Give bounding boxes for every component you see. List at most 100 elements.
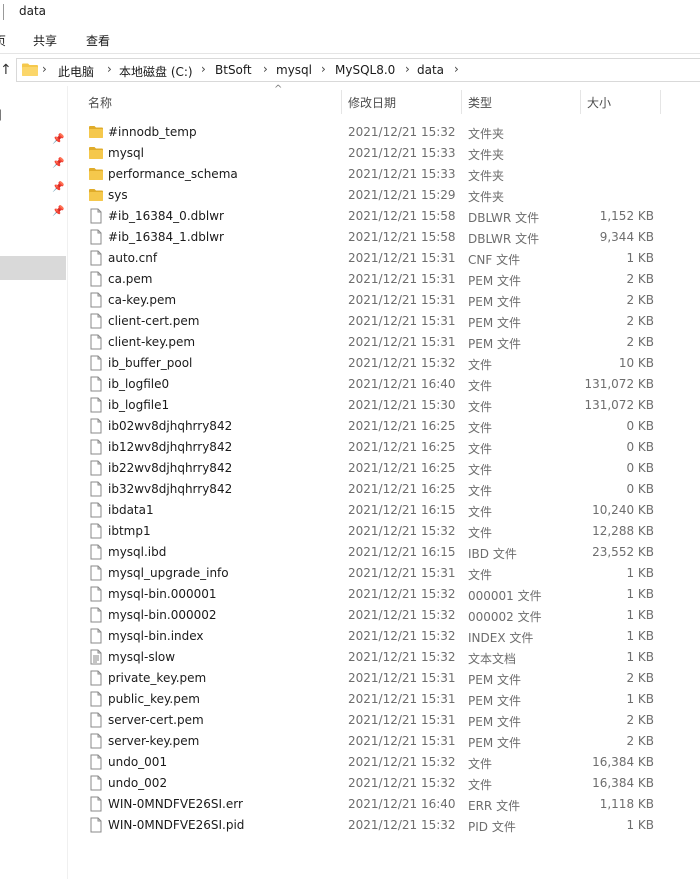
breadcrumb-mysql[interactable]: mysql xyxy=(276,63,312,77)
tab-share[interactable]: 共享 xyxy=(33,32,57,49)
breadcrumb-this-pc[interactable]: 此电脑 xyxy=(58,63,94,80)
column-divider[interactable] xyxy=(580,90,581,114)
file-row[interactable]: ib_buffer_pool 2021/12/21 15:32 文件 10 KB xyxy=(68,353,700,374)
file-size: 2 KB xyxy=(626,272,654,286)
file-name: ib32wv8djhqhrry842 xyxy=(108,482,233,496)
file-modified-date: 2021/12/21 15:32 xyxy=(348,587,456,601)
file-row[interactable]: ib22wv8djhqhrry842 2021/12/21 16:25 文件 0 KB xyxy=(68,458,700,479)
column-header-size[interactable]: 大小 xyxy=(587,94,611,111)
breadcrumb-btsoft[interactable]: BtSoft xyxy=(215,63,252,77)
text-document-icon xyxy=(88,649,104,665)
file-name: mysql_upgrade_info xyxy=(108,566,229,580)
file-row[interactable]: server-cert.pem 2021/12/21 15:31 PEM 文件 2 K… xyxy=(68,710,700,731)
file-size: 2 KB xyxy=(626,293,654,307)
file-row[interactable]: #innodb_temp 2021/12/21 15:32 文件夹 xyxy=(68,122,700,143)
pin-icon[interactable]: 📌 xyxy=(52,182,64,193)
column-header-type[interactable]: 类型 xyxy=(468,94,492,111)
address-bar[interactable]: › 此电脑 › 本地磁盘 (C:) › BtSoft › mysql › MyS… xyxy=(16,58,700,82)
file-row[interactable]: ib02wv8djhqhrry842 2021/12/21 16:25 文件 0 KB xyxy=(68,416,700,437)
file-size: 0 KB xyxy=(626,419,654,433)
breadcrumb-local-disk[interactable]: 本地磁盘 (C:) xyxy=(119,63,193,80)
file-size: 9,344 KB xyxy=(599,230,654,244)
file-icon xyxy=(88,523,104,539)
file-size: 2 KB xyxy=(626,734,654,748)
file-type: 文件夹 xyxy=(468,127,505,141)
file-type: 文件 xyxy=(468,757,493,771)
folder-icon xyxy=(88,145,104,161)
file-row[interactable]: mysql-bin.000002 2021/12/21 15:32 000002 文… xyxy=(68,605,700,626)
file-name: mysql-bin.000001 xyxy=(108,587,217,601)
pin-icon[interactable]: 📌 xyxy=(52,134,64,145)
file-row[interactable]: ca-key.pem 2021/12/21 15:31 PEM 文件 2 KB xyxy=(68,290,700,311)
column-divider[interactable] xyxy=(660,90,661,114)
pin-icon[interactable]: 📌 xyxy=(52,158,64,169)
file-row[interactable]: #ib_16384_0.dblwr 2021/12/21 15:58 DBLWR 文… xyxy=(68,206,700,227)
file-row[interactable]: mysql 2021/12/21 15:33 文件夹 xyxy=(68,143,700,164)
file-size: 10,240 KB xyxy=(592,503,654,517)
chevron-right-icon[interactable]: › xyxy=(201,62,206,76)
file-size: 131,072 KB xyxy=(584,398,654,412)
up-arrow-icon[interactable]: ↑ xyxy=(0,62,12,78)
file-modified-date: 2021/12/21 15:31 xyxy=(348,335,456,349)
file-row[interactable]: mysql-bin.000001 2021/12/21 15:32 000001 文… xyxy=(68,584,700,605)
chevron-right-icon[interactable]: › xyxy=(42,62,47,76)
folder-icon xyxy=(88,124,104,140)
file-row[interactable]: WIN-0MNDFVE26SI.pid 2021/12/21 15:32 PID 文… xyxy=(68,815,700,836)
file-row[interactable]: public_key.pem 2021/12/21 15:31 PEM 文件 1 KB xyxy=(68,689,700,710)
file-modified-date: 2021/12/21 15:32 xyxy=(348,650,456,664)
chevron-right-icon[interactable]: › xyxy=(321,62,326,76)
chevron-right-icon[interactable]: › xyxy=(263,62,268,76)
file-row[interactable]: ibdata1 2021/12/21 16:15 文件 10,240 KB xyxy=(68,500,700,521)
breadcrumb-data[interactable]: data xyxy=(417,63,444,77)
file-icon xyxy=(88,733,104,749)
file-row[interactable]: undo_001 2021/12/21 15:32 文件 16,384 KB xyxy=(68,752,700,773)
file-row[interactable]: #ib_16384_1.dblwr 2021/12/21 15:58 DBLWR 文… xyxy=(68,227,700,248)
chevron-right-icon[interactable]: › xyxy=(405,62,410,76)
file-name: ib12wv8djhqhrry842 xyxy=(108,440,233,454)
file-size: 1 KB xyxy=(626,608,654,622)
file-row[interactable]: ib32wv8djhqhrry842 2021/12/21 16:25 文件 0 KB xyxy=(68,479,700,500)
file-row[interactable]: mysql.ibd 2021/12/21 16:15 IBD 文件 23,552 KB xyxy=(68,542,700,563)
file-row[interactable]: performance_schema 2021/12/21 15:33 文件夹 xyxy=(68,164,700,185)
tab-page[interactable]: 页 xyxy=(0,32,6,49)
file-row[interactable]: WIN-0MNDFVE26SI.err 2021/12/21 16:40 ERR 文… xyxy=(68,794,700,815)
file-row[interactable]: ibtmp1 2021/12/21 15:32 文件 12,288 KB xyxy=(68,521,700,542)
file-row[interactable]: client-key.pem 2021/12/21 15:31 PEM 文件 2 KB xyxy=(68,332,700,353)
column-header-row: ^ 名称 修改日期 类型 大小 xyxy=(68,84,700,118)
column-header-date[interactable]: 修改日期 xyxy=(348,94,396,111)
file-name: ib22wv8djhqhrry842 xyxy=(108,461,233,475)
file-name: WIN-0MNDFVE26SI.err xyxy=(108,797,243,811)
file-size: 1,118 KB xyxy=(599,797,654,811)
file-row[interactable]: ib12wv8djhqhrry842 2021/12/21 16:25 文件 0 KB xyxy=(68,437,700,458)
file-name: ibdata1 xyxy=(108,503,154,517)
file-size: 1,152 KB xyxy=(599,209,654,223)
file-row[interactable]: mysql-slow 2021/12/21 15:32 文本文档 1 KB xyxy=(68,647,700,668)
file-row[interactable]: ib_logfile0 2021/12/21 16:40 文件 131,072 KB xyxy=(68,374,700,395)
file-icon xyxy=(88,586,104,602)
column-divider[interactable] xyxy=(341,90,342,114)
file-row[interactable]: mysql-bin.index 2021/12/21 15:32 INDEX 文件 1… xyxy=(68,626,700,647)
file-type: INDEX 文件 xyxy=(468,631,534,645)
file-row[interactable]: private_key.pem 2021/12/21 15:31 PEM 文件 2 K… xyxy=(68,668,700,689)
column-divider[interactable] xyxy=(461,90,462,114)
file-row[interactable]: auto.cnf 2021/12/21 15:31 CNF 文件 1 KB xyxy=(68,248,700,269)
file-type: 000001 文件 xyxy=(468,589,542,603)
file-type: 文件 xyxy=(468,484,493,498)
pin-icon[interactable]: 📌 xyxy=(52,206,64,217)
chevron-right-icon[interactable]: › xyxy=(454,62,459,76)
file-row[interactable]: client-cert.pem 2021/12/21 15:31 PEM 文件 2 K… xyxy=(68,311,700,332)
breadcrumb-mysql80[interactable]: MySQL8.0 xyxy=(335,63,395,77)
nav-selected-item[interactable] xyxy=(0,256,66,280)
file-size: 12,288 KB xyxy=(592,524,654,538)
chevron-right-icon[interactable]: › xyxy=(107,62,112,76)
file-row[interactable]: undo_002 2021/12/21 15:32 文件 16,384 KB xyxy=(68,773,700,794)
file-row[interactable]: ib_logfile1 2021/12/21 15:30 文件 131,072 KB xyxy=(68,395,700,416)
file-modified-date: 2021/12/21 16:25 xyxy=(348,461,456,475)
tab-view[interactable]: 查看 xyxy=(86,32,110,49)
file-row[interactable]: mysql_upgrade_info 2021/12/21 15:31 文件 1 KB xyxy=(68,563,700,584)
file-row[interactable]: sys 2021/12/21 15:29 文件夹 xyxy=(68,185,700,206)
file-row[interactable]: server-key.pem 2021/12/21 15:31 PEM 文件 2 KB xyxy=(68,731,700,752)
file-row[interactable]: ca.pem 2021/12/21 15:31 PEM 文件 2 KB xyxy=(68,269,700,290)
nav-edge-text: ] xyxy=(0,108,2,122)
column-header-name[interactable]: 名称 xyxy=(88,94,112,111)
